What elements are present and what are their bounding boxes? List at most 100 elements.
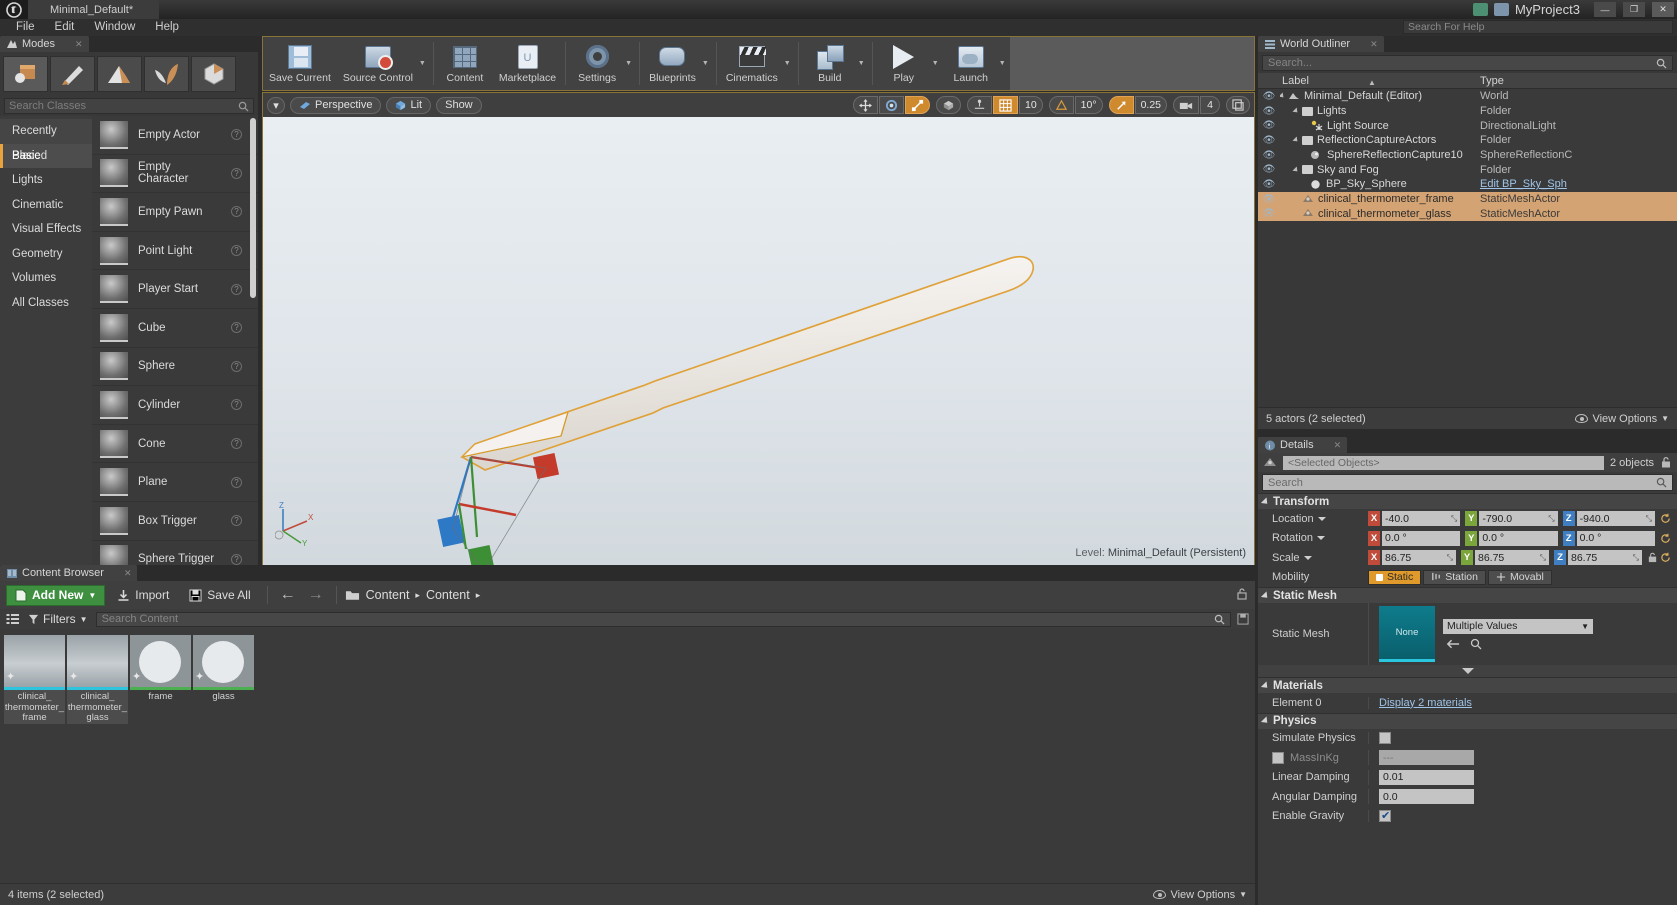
tab-content-browser-close-icon[interactable]: ✕: [124, 568, 132, 579]
drag-handle-icon[interactable]: ⤡: [1646, 514, 1652, 524]
rotate-tool-button[interactable]: [878, 96, 904, 114]
nav-back-button[interactable]: ←: [276, 586, 300, 604]
mobility-stationary-button[interactable]: Station: [1423, 569, 1486, 585]
reset-rotation-icon[interactable]: [1660, 533, 1671, 544]
details-search-input[interactable]: Search: [1262, 474, 1673, 491]
menu-item-edit[interactable]: Edit: [45, 19, 85, 36]
visibility-eye-icon[interactable]: 👁: [1258, 135, 1280, 146]
selected-objects-field[interactable]: <Selected Objects>: [1283, 455, 1604, 470]
menu-item-help[interactable]: Help: [145, 19, 189, 36]
visibility-eye-icon[interactable]: 👁: [1258, 120, 1280, 131]
help-icon[interactable]: ?: [231, 360, 242, 372]
launch-caret-icon[interactable]: ▼: [999, 37, 1010, 90]
angular-damping-input[interactable]: 0.0: [1379, 789, 1474, 805]
rotation-y-input[interactable]: 0.0 °: [1479, 530, 1558, 546]
maximize-viewport-button[interactable]: [1226, 96, 1250, 114]
toolbar-launch-button[interactable]: Launch: [943, 37, 999, 90]
angle-snap-value[interactable]: 10°: [1074, 96, 1103, 114]
help-icon[interactable]: ?: [231, 399, 242, 411]
scale-y-input[interactable]: 86.75 ⤡: [1475, 550, 1549, 566]
help-icon[interactable]: ?: [231, 245, 242, 257]
enable-gravity-checkbox[interactable]: [1379, 809, 1391, 823]
outliner-row-clinical-thermometer-glass[interactable]: 👁 clinical_thermometer_glass StaticMeshA…: [1258, 206, 1677, 222]
import-button[interactable]: Import: [109, 588, 177, 602]
category-cinematic[interactable]: Cinematic: [0, 193, 92, 218]
static-mesh-combo[interactable]: Multiple Values ▼: [1443, 618, 1593, 634]
help-icon[interactable]: ?: [231, 206, 242, 218]
rotation-x-input[interactable]: 0.0 °: [1382, 530, 1461, 546]
toolbar-save-current-button[interactable]: Save Current: [263, 37, 337, 90]
toolbar-play-button[interactable]: Play: [876, 37, 932, 90]
asset-tile[interactable]: ✦ glass: [193, 635, 254, 724]
browse-to-asset-icon[interactable]: [1470, 638, 1482, 650]
class-item[interactable]: Sphere?: [92, 348, 258, 387]
menu-item-window[interactable]: Window: [84, 19, 145, 36]
camera-speed-value[interactable]: 4: [1200, 96, 1220, 114]
asset-tile[interactable]: ✦ clinical_ thermometer_ glass: [67, 635, 128, 724]
blueprints-caret-icon[interactable]: ▼: [702, 37, 713, 90]
help-icon[interactable]: ?: [231, 283, 242, 295]
add-new-button[interactable]: Add New ▼: [6, 584, 106, 606]
drag-handle-icon[interactable]: ⤡: [1447, 553, 1453, 563]
location-z-input[interactable]: -940.0 ⤡: [1576, 511, 1655, 527]
outliner-row-bp-sky-sphere[interactable]: 👁 BP_Sky_Sphere Edit BP_Sky_Sph: [1258, 177, 1677, 192]
section-transform[interactable]: Transform: [1258, 493, 1677, 509]
toolbar-source-control-button[interactable]: Source Control: [337, 37, 419, 90]
tab-details[interactable]: i Details ✕: [1258, 437, 1348, 453]
visibility-eye-icon[interactable]: 👁: [1258, 150, 1280, 161]
tab-content-browser[interactable]: Content Browser ✕: [0, 565, 138, 581]
minimize-button[interactable]: —: [1594, 2, 1616, 17]
category-lights[interactable]: Lights: [0, 168, 92, 193]
location-y-input[interactable]: -790.0 ⤡: [1479, 511, 1558, 527]
drag-handle-icon[interactable]: ⤡: [1451, 514, 1457, 524]
mode-button-paint[interactable]: [50, 56, 95, 92]
close-button[interactable]: ✕: [1652, 2, 1674, 17]
category-visual-effects[interactable]: Visual Effects: [0, 217, 92, 242]
section-static-mesh[interactable]: Static Mesh: [1258, 587, 1677, 603]
drag-handle-icon[interactable]: ⤡: [1548, 514, 1554, 524]
asset-tile[interactable]: ✦ clinical_ thermometer_ frame: [4, 635, 65, 724]
mode-button-geometry-editing[interactable]: [191, 56, 236, 92]
chevron-down-icon[interactable]: [1316, 536, 1325, 541]
visibility-eye-icon[interactable]: 👁: [1258, 179, 1280, 190]
category-geometry[interactable]: Geometry: [0, 242, 92, 267]
star-icon[interactable]: ✦: [69, 670, 78, 683]
outliner-row-world[interactable]: 👁 Minimal_Default (Editor) World: [1258, 89, 1677, 104]
visibility-eye-icon[interactable]: 👁: [1258, 106, 1280, 117]
tab-world-outliner-close-icon[interactable]: ✕: [1370, 39, 1378, 50]
build-caret-icon[interactable]: ▼: [858, 37, 869, 90]
tab-modes[interactable]: Modes ✕: [0, 36, 89, 52]
location-x-input[interactable]: -40.0 ⤡: [1382, 511, 1461, 527]
category-volumes[interactable]: Volumes: [0, 266, 92, 291]
save-all-button[interactable]: Save All: [181, 588, 258, 602]
nav-forward-button[interactable]: →: [304, 586, 328, 604]
mass-input[interactable]: ---: [1379, 750, 1474, 766]
maximize-button[interactable]: ❐: [1623, 2, 1645, 17]
menu-item-file[interactable]: File: [6, 19, 45, 36]
save-search-icon[interactable]: [1237, 613, 1249, 625]
mode-button-place[interactable]: [3, 56, 48, 92]
visibility-eye-icon[interactable]: 👁: [1258, 208, 1280, 219]
content-browser-lock-button[interactable]: [1235, 587, 1249, 604]
help-icon[interactable]: ?: [231, 322, 242, 334]
filters-button[interactable]: Filters ▼: [26, 612, 90, 626]
help-search-input[interactable]: Search For Help: [1403, 20, 1673, 34]
source-control-caret-icon[interactable]: ▼: [419, 37, 430, 90]
help-icon[interactable]: ?: [231, 515, 242, 527]
cinematics-caret-icon[interactable]: ▼: [784, 37, 795, 90]
mass-override-checkbox[interactable]: [1272, 751, 1284, 764]
help-icon[interactable]: ?: [231, 129, 242, 141]
grid-snap-value[interactable]: 10: [1018, 96, 1043, 114]
help-icon[interactable]: ?: [231, 476, 242, 488]
drag-handle-icon[interactable]: ⤡: [1540, 553, 1546, 563]
class-item[interactable]: Sphere Trigger?: [92, 541, 258, 568]
section-physics[interactable]: Physics: [1258, 712, 1677, 729]
outliner-row-spherereflectioncapture10[interactable]: 👁 SphereReflectionCapture10 SphereReflec…: [1258, 148, 1677, 163]
search-classes-input[interactable]: Search Classes: [4, 98, 254, 114]
category-recently-placed[interactable]: Recently Placed: [0, 119, 92, 162]
help-icon[interactable]: ?: [231, 167, 242, 179]
scale-x-input[interactable]: 86.75 ⤡: [1382, 550, 1456, 566]
toolbar-marketplace-button[interactable]: Marketplace: [493, 37, 562, 90]
class-item[interactable]: Cone?: [92, 425, 258, 464]
surface-snap-button[interactable]: [966, 96, 992, 114]
